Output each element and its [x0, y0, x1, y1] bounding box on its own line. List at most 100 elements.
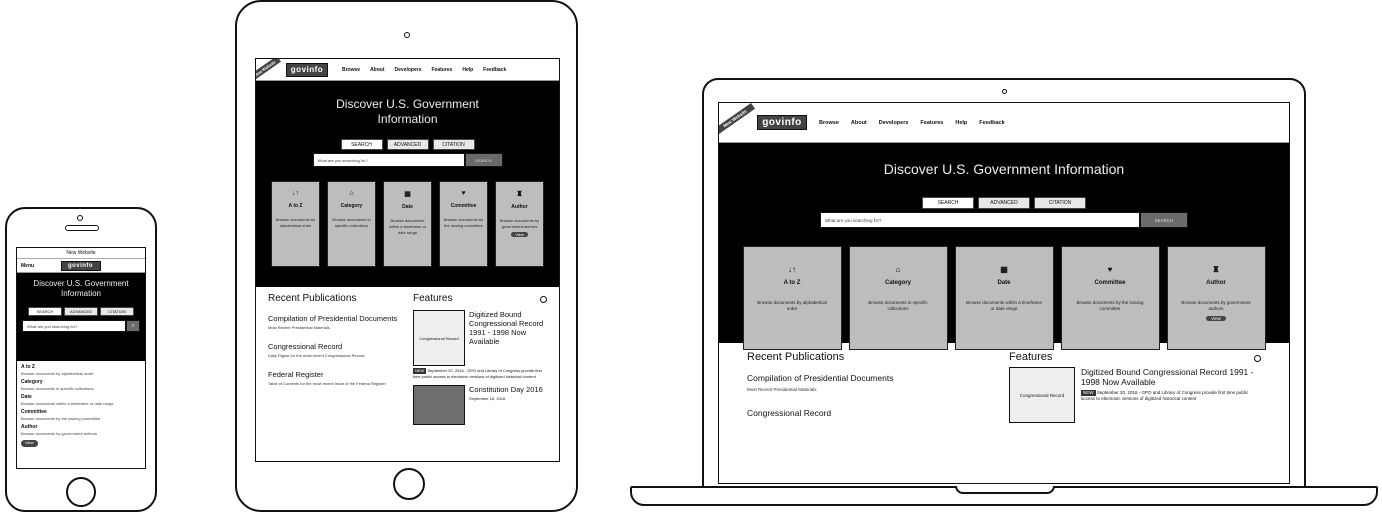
laptop-card-atoz-desc: Browse documents by alphabetical order: [757, 300, 827, 311]
laptop-nav-features[interactable]: Features: [920, 120, 943, 126]
laptop-nav-developers[interactable]: Developers: [879, 120, 909, 126]
laptop-search-button[interactable]: SEARCH: [1140, 212, 1188, 228]
tablet-nav-feedback[interactable]: Feedback: [483, 67, 506, 73]
laptop-nav-help[interactable]: Help: [955, 120, 967, 126]
laptop-pub-1-title[interactable]: Compilation of Presidential Documents: [747, 373, 989, 383]
tablet-tab-search[interactable]: SEARCH: [340, 139, 383, 150]
laptop-cards: ↓↑ A to Z Browse documents by alphabetic…: [719, 246, 1289, 350]
laptop-feature-1-desc: September 20, 2016 - GPO and Library of …: [1081, 390, 1249, 401]
phone-tab-citation[interactable]: CITATION: [100, 307, 134, 316]
phone-card-list: A to Z Browse documents by alphabetical o…: [17, 361, 145, 450]
committee-icon: ♥: [461, 190, 466, 197]
tablet-lower: Recent Publications Compilation of Presi…: [256, 287, 559, 431]
laptop-recent-col: Recent Publications Compilation of Presi…: [747, 351, 989, 423]
tablet-pub-2-title[interactable]: Congressional Record: [268, 342, 401, 351]
tablet-pub-1-title[interactable]: Compilation of Presidential Documents: [268, 314, 401, 323]
tablet-card-committee-desc: Browse documents by the issuing committe…: [443, 217, 484, 228]
tablet-card-category-title: Category: [340, 203, 363, 209]
tablet-nav-browse[interactable]: Browse: [342, 67, 360, 73]
tablet-recent-title: Recent Publications: [268, 293, 357, 304]
tablet-card-date[interactable]: ▦ Date Browse documents within a timefra…: [383, 181, 432, 267]
laptop-view-pill[interactable]: View: [1206, 316, 1226, 321]
tablet-nav-help[interactable]: Help: [462, 67, 473, 73]
committee-icon: ♥: [1107, 265, 1113, 274]
phone-ribbon-text: New Website: [17, 248, 145, 259]
tablet-feature-1-title: Digitized Bound Congressional Record 199…: [469, 310, 544, 346]
phone-list-item-category[interactable]: Category Browse documents in specific col…: [21, 379, 141, 392]
phone-device: New Website Menu govinfo Discover U.S. G…: [5, 207, 157, 512]
gear-icon[interactable]: [1254, 355, 1261, 362]
tablet-card-committee-title: Committee: [450, 203, 477, 209]
laptop-nav-browse[interactable]: Browse: [819, 120, 839, 126]
laptop-feature-1[interactable]: Congressional Record Digitized Bound Con…: [1009, 367, 1261, 423]
tablet-card-committee[interactable]: ♥ Committee Browse documents by the issu…: [439, 181, 488, 267]
tablet-pub-3-title[interactable]: Federal Register: [268, 370, 401, 379]
tablet-feature-2[interactable]: Constitution Day 2016 September 16, 2016: [413, 385, 547, 425]
laptop-search-input[interactable]: What are you searching for?: [820, 212, 1140, 228]
phone-list-item-date[interactable]: Date Browse documents within a timeframe …: [21, 394, 141, 407]
tablet-nav-about[interactable]: About: [370, 67, 384, 73]
laptop-tab-advanced[interactable]: ADVANCED: [978, 197, 1030, 209]
tablet-card-category[interactable]: ⌂ Category Browse documents in specific …: [327, 181, 376, 267]
tablet-tab-advanced[interactable]: ADVANCED: [386, 139, 429, 150]
tablet-feature-1-text: NEW September 20, 2016 - GPO and Library…: [413, 368, 547, 379]
phone-search-row: What are you searching for? ⌕: [17, 320, 145, 332]
tablet-tabs: SEARCH ADVANCED CITATION: [256, 139, 559, 150]
phone-list-item-atoz[interactable]: A to Z Browse documents by alphabetical o…: [21, 364, 141, 377]
laptop-tab-citation[interactable]: CITATION: [1034, 197, 1086, 209]
tablet-feature-1-thumb: Congressional Record: [413, 310, 465, 366]
phone-view-pill[interactable]: View: [21, 440, 38, 447]
phone-hero: Discover U.S. Government Information SEA…: [17, 273, 145, 361]
laptop-pub-2-title[interactable]: Congressional Record: [747, 408, 989, 418]
phone-tabs: SEARCH ADVANCED CITATION: [17, 307, 145, 316]
laptop-hero: Discover U.S. Government Information SEA…: [719, 143, 1289, 350]
phone-list-item-committee[interactable]: Committee Browse documents by the issuing…: [21, 409, 141, 422]
laptop-card-category[interactable]: ⌂ Category Browse documents in specific …: [848, 246, 948, 350]
tablet-feature-1[interactable]: Congressional Record Digitized Bound Con…: [413, 310, 547, 366]
laptop-tab-search[interactable]: SEARCH: [922, 197, 974, 209]
phone-menu-button[interactable]: Menu: [21, 263, 34, 269]
tablet-search-input[interactable]: What are you searching for?: [312, 153, 465, 167]
tablet-hero-title-line2: Information: [377, 112, 438, 126]
category-icon: ⌂: [895, 265, 901, 274]
phone-tab-advanced[interactable]: ADVANCED: [64, 307, 98, 316]
gear-icon[interactable]: [540, 296, 547, 303]
tablet-tab-citation[interactable]: CITATION: [432, 139, 475, 150]
calendar-icon: ▦: [404, 191, 411, 198]
tablet-card-category-desc: Browse documents in specific collections: [332, 217, 371, 228]
laptop-card-category-desc: Browse documents in specific collections: [868, 300, 928, 311]
sort-az-icon: ↓↑: [788, 265, 796, 274]
laptop-feature-1-text: NEW September 20, 2016 - GPO and Library…: [1081, 390, 1261, 402]
tablet-card-atoz[interactable]: ↓↑ A to Z Browse documents by alphabetic…: [271, 181, 320, 267]
tablet-card-author[interactable]: ♜ Author Browse documents by government …: [495, 181, 544, 267]
phone-logo[interactable]: govinfo: [60, 260, 101, 271]
laptop-card-atoz-title: A to Z: [783, 280, 801, 286]
tablet-card-date-desc: Browse documents within a timeframe or d…: [388, 218, 427, 235]
phone-search-button[interactable]: ⌕: [126, 320, 140, 332]
laptop-logo[interactable]: govinfo: [757, 115, 807, 130]
tablet-home-button[interactable]: [393, 468, 425, 500]
phone-home-button[interactable]: [66, 477, 96, 507]
phone-tab-search[interactable]: SEARCH: [28, 307, 62, 316]
tablet-nav-features[interactable]: Features: [431, 67, 452, 73]
phone-list-item-author[interactable]: Author Browse documents by government aut…: [21, 424, 141, 437]
tablet-search-button[interactable]: SEARCH: [464, 153, 503, 167]
tablet-logo[interactable]: govinfo: [286, 62, 328, 77]
laptop-nav-about[interactable]: About: [851, 120, 867, 126]
tablet-view-pill[interactable]: View: [511, 232, 528, 237]
laptop-card-date-desc: Browse documents within a timeframe or d…: [965, 300, 1043, 311]
tablet-nav-developers[interactable]: Developers: [395, 67, 422, 73]
laptop-tabs: SEARCH ADVANCED CITATION: [719, 197, 1289, 209]
laptop-lid: New Website govinfo Browse About Develop…: [702, 78, 1306, 490]
laptop-nav-feedback[interactable]: Feedback: [979, 120, 1004, 126]
tablet-pub-2-sub: Daily Digest for the most recent Congres…: [268, 353, 365, 358]
phone-hero-title-line1: Discover U.S. Government: [33, 279, 129, 288]
laptop-card-date[interactable]: ▦ Date Browse documents within a timefra…: [954, 246, 1054, 350]
phone-search-input[interactable]: What are you searching for?: [22, 320, 126, 332]
laptop-card-committee[interactable]: ♥ Committee Browse documents by the issu…: [1060, 246, 1160, 350]
laptop-card-atoz[interactable]: ↓↑ A to Z Browse documents by alphabetic…: [742, 246, 842, 350]
laptop-card-author[interactable]: ♜ Author Browse documents by government …: [1166, 246, 1266, 350]
tablet-features-col: Features Congressional Record Digitized …: [413, 293, 547, 425]
laptop-pub-1-sub: Most Recent Presidential Materials: [747, 387, 817, 392]
tablet-hero: Discover U.S. Government Information SEA…: [256, 81, 559, 287]
